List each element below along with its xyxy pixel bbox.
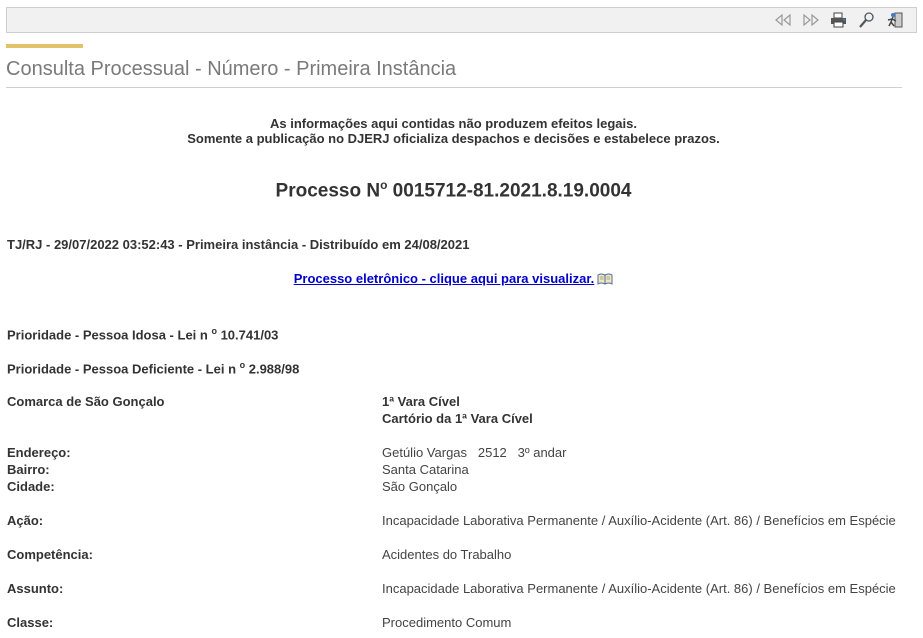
vara-value: 1ª Vara Cível — [382, 394, 460, 409]
process-number-heading: Processo No 0015712-81.2021.8.19.0004 — [0, 178, 907, 202]
classe-value: Procedimento Comum — [382, 615, 512, 630]
assunto-label: Assunto: — [7, 581, 64, 596]
cidade-label: Cidade: — [7, 479, 55, 494]
bairro-value: Santa Catarina — [382, 462, 469, 477]
endereco-label: Endereço: — [7, 445, 71, 460]
legal-notice-line-2: Somente a publicação no DJERJ oficializa… — [187, 131, 720, 146]
toolbar — [6, 7, 917, 33]
endereco-value: Getúlio Vargas 2512 3º andar — [382, 445, 567, 460]
cartorio-value: Cartório da 1ª Vara Cível — [382, 411, 533, 426]
priority-elderly-law: 10.741/03 — [216, 327, 279, 343]
priority-disabled-law: 2.988/98 — [245, 361, 300, 377]
search-icon[interactable] — [858, 11, 876, 29]
toolbar-icons — [774, 11, 904, 29]
cidade-value: São Gonçalo — [382, 479, 458, 494]
electronic-process-link-text: Processo eletrônico - clique aqui para v… — [293, 271, 595, 286]
process-number: 0015712-81.2021.8.19.0004 — [387, 180, 632, 202]
competencia-value: Acidentes do Trabalho — [382, 547, 512, 562]
electronic-process-link[interactable]: Processo eletrônico - clique aqui para v… — [294, 271, 614, 286]
assunto-value: Incapacidade Laborativa Permanente / Aux… — [382, 581, 896, 596]
exit-icon[interactable] — [886, 11, 904, 29]
title-divider — [6, 87, 902, 88]
priority-elderly-text: Prioridade - Pessoa Idosa - Lei n — [7, 327, 212, 343]
page-title: Consulta Processual - Número - Primeira … — [6, 58, 457, 80]
acao-value: Incapacidade Laborativa Permanente / Aux… — [382, 513, 896, 528]
distribution-info: TJ/RJ - 29/07/2022 03:52:43 - Primeira i… — [7, 237, 470, 252]
priority-elderly: Prioridade - Pessoa Idosa - Lei n o 10.7… — [7, 326, 278, 342]
fast-forward-icon[interactable] — [802, 11, 820, 29]
legal-notice-line-1: As informações aqui contidas não produze… — [270, 116, 637, 131]
bairro-label: Bairro: — [7, 462, 50, 477]
rewind-icon[interactable] — [774, 11, 792, 29]
title-accent-bar — [6, 44, 83, 48]
comarca-label: Comarca de São Gonçalo — [7, 394, 165, 409]
process-prefix: Processo N — [275, 180, 381, 202]
electronic-process-row: Processo eletrônico - clique aqui para v… — [0, 271, 907, 288]
priority-disabled-text: Prioridade - Pessoa Deficiente - Lei n — [7, 361, 240, 377]
acao-label: Ação: — [7, 513, 44, 528]
book-icon[interactable] — [597, 273, 613, 288]
classe-label: Classe: — [7, 615, 54, 630]
print-icon[interactable] — [830, 11, 848, 29]
competencia-label: Competência: — [7, 547, 93, 562]
legal-notice: As informações aqui contidas não produze… — [0, 116, 907, 146]
priority-disabled: Prioridade - Pessoa Deficiente - Lei n o… — [7, 360, 299, 376]
